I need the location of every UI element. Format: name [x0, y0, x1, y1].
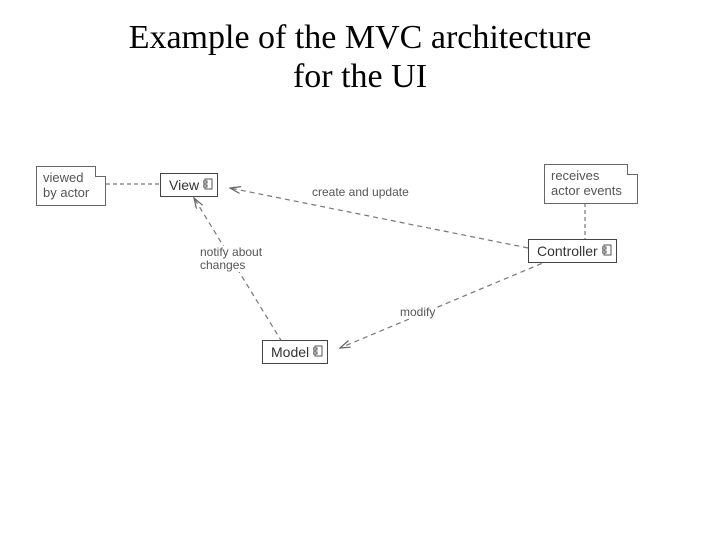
component-label: View: [169, 177, 199, 193]
note-receives-actor-events: receives actor events: [544, 164, 638, 204]
title-line-2: for the UI: [293, 58, 427, 95]
mvc-diagram: viewed by actor receives actor events Vi…: [30, 160, 690, 390]
note-fold-icon: [627, 164, 638, 175]
note-fold-icon: [95, 166, 106, 177]
component-view: View: [160, 173, 218, 197]
slide: Example of the MVC architecture for the …: [0, 0, 720, 540]
label-notify-about-changes: notify about changes: [200, 246, 262, 272]
title-line-1: Example of the MVC architecture: [129, 19, 592, 56]
component-label: Controller: [537, 243, 598, 259]
note-text: receives actor events: [551, 168, 622, 198]
label-modify: modify: [400, 306, 435, 319]
note-text: viewed by actor: [43, 170, 89, 200]
edge-modify: [340, 260, 550, 348]
note-viewed-by-actor: viewed by actor: [36, 166, 106, 206]
component-icon: [203, 178, 213, 190]
component-controller: Controller: [528, 239, 617, 263]
label-create-and-update: create and update: [312, 186, 409, 199]
component-label: Model: [271, 344, 309, 360]
slide-title: Example of the MVC architecture for the …: [0, 18, 720, 96]
component-model: Model: [262, 340, 328, 364]
component-icon: [313, 345, 323, 357]
component-icon: [602, 244, 612, 256]
